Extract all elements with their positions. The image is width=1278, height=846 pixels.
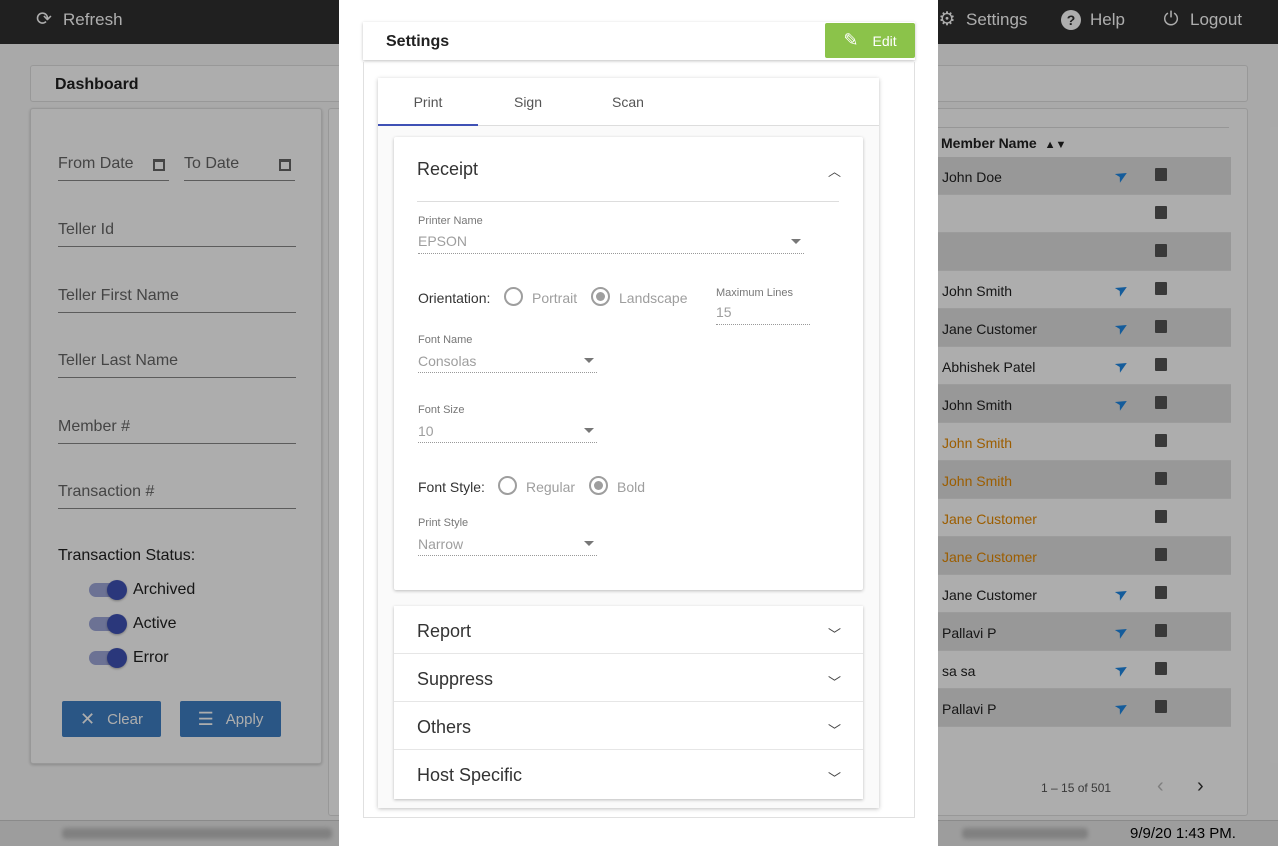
modal-header: Settings ✎ Edit (363, 22, 915, 60)
chevron-down-icon: ﹀ (827, 771, 841, 786)
tab-scan[interactable]: Scan (578, 78, 678, 126)
print-style-value: Narrow (418, 536, 464, 552)
maximum-lines-label: Maximum Lines (716, 287, 794, 299)
maximum-lines-input[interactable] (716, 324, 810, 325)
printer-name-value: EPSON (418, 233, 468, 249)
chevron-up-icon[interactable]: ︿ (828, 161, 841, 180)
bold-radio[interactable] (589, 476, 608, 495)
font-style-label: Font Style: (418, 479, 485, 495)
regular-radio[interactable] (498, 476, 517, 495)
receipt-section: Receipt ︿ Printer Name EPSON Orientation… (394, 137, 863, 590)
settings-tabs: Print Sign Scan Receipt ︿ Printer Name E… (378, 78, 879, 808)
chevron-down-icon: ﹀ (827, 675, 841, 690)
font-size-value: 10 (418, 423, 434, 439)
chevron-down-icon[interactable] (584, 428, 594, 433)
divider (417, 201, 839, 202)
bold-label: Bold (617, 479, 646, 495)
report-section[interactable]: Report ﹀ (394, 606, 863, 654)
chevron-down-icon[interactable] (584, 358, 594, 363)
host-specific-section[interactable]: Host Specific ﹀ (394, 750, 863, 799)
pencil-icon: ✎ (843, 30, 859, 50)
chevron-down-icon[interactable] (791, 239, 801, 244)
orientation-label: Orientation: (418, 290, 491, 306)
landscape-label: Landscape (619, 290, 688, 306)
collapsed-sections: Report ﹀ Suppress ﹀ Others ﹀ Host Specif… (394, 606, 863, 799)
chevron-down-icon: ﹀ (827, 723, 841, 738)
print-style-select[interactable] (418, 555, 597, 556)
suppress-section[interactable]: Suppress ﹀ (394, 654, 863, 702)
landscape-radio[interactable] (591, 287, 610, 306)
tab-bar: Print Sign Scan (378, 78, 879, 126)
portrait-radio[interactable] (504, 287, 523, 306)
edit-button[interactable]: ✎ Edit (825, 23, 915, 58)
tab-print[interactable]: Print (378, 78, 478, 126)
regular-label: Regular (526, 479, 576, 495)
font-name-select[interactable] (418, 372, 597, 373)
modal-title: Settings (386, 33, 450, 50)
receipt-section-title[interactable]: Receipt (417, 159, 478, 180)
others-section[interactable]: Others ﹀ (394, 702, 863, 750)
maximum-lines-value: 15 (716, 304, 732, 320)
tab-sign[interactable]: Sign (478, 78, 578, 126)
font-size-label: Font Size (418, 404, 465, 416)
font-name-value: Consolas (418, 353, 477, 369)
chevron-down-icon: ﹀ (827, 627, 841, 642)
font-name-label: Font Name (418, 334, 473, 346)
chevron-down-icon[interactable] (584, 541, 594, 546)
font-size-select[interactable] (418, 442, 597, 443)
settings-modal: Settings ✎ Edit Print Sign Scan Receipt … (339, 0, 938, 846)
printer-name-label: Printer Name (418, 215, 483, 227)
print-style-label: Print Style (418, 517, 469, 529)
printer-name-select[interactable] (418, 253, 804, 254)
portrait-label: Portrait (532, 290, 578, 306)
